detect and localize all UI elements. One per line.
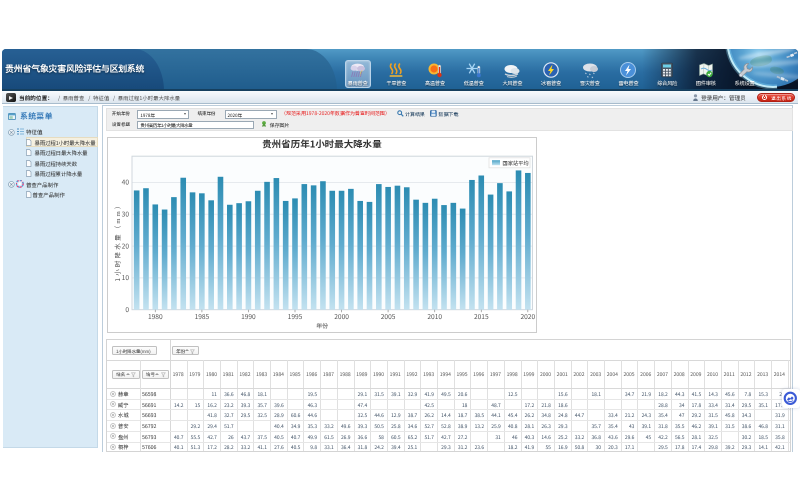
svg-text:2010: 2010 [427,311,442,321]
svg-text:2015: 2015 [473,311,488,321]
svg-text:1小时降水量（mm）: 1小时降水量（mm） [112,200,122,281]
svg-text:贵州省历年1小时最大降水量: 贵州省历年1小时最大降水量 [262,137,382,151]
svg-text:2000: 2000 [334,311,349,321]
svg-text:1995: 1995 [287,311,302,321]
svg-text:1985: 1985 [194,311,209,321]
svg-text:国家站平均: 国家站平均 [502,160,529,167]
svg-text:2020: 2020 [520,311,535,321]
svg-text:2005: 2005 [380,311,395,321]
svg-text:*: * [591,75,593,79]
svg-text:20: 20 [121,240,129,250]
svg-text:0: 0 [125,304,129,314]
svg-text:1990: 1990 [241,311,256,321]
svg-text:*: * [593,72,595,78]
svg-text:40: 40 [121,176,129,186]
svg-text:*: * [587,75,589,79]
svg-text:1980: 1980 [147,311,162,321]
svg-text:10: 10 [121,272,129,282]
svg-text:年份: 年份 [315,321,327,330]
svg-text:30: 30 [121,208,129,218]
